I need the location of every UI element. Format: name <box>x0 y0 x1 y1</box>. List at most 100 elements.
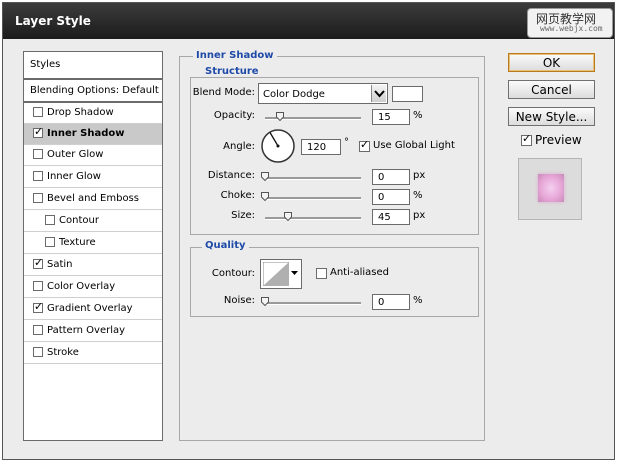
sidebar-item-label: Styles <box>30 59 61 70</box>
sidebar-item-label: Blending Options: Default <box>30 85 159 96</box>
distance-unit: px <box>413 170 426 181</box>
title-bar: Layer Style 网页教学网 www.webjx.com <box>3 3 614 39</box>
quality-group <box>190 247 479 317</box>
contour-picker[interactable] <box>260 259 302 289</box>
sidebar-item-bevel-and-emboss[interactable]: Bevel and Emboss <box>24 189 162 210</box>
sidebar-item-label: Contour <box>59 215 99 226</box>
chevron-down-icon <box>371 85 386 102</box>
sidebar-item-contour[interactable]: Contour <box>24 211 162 232</box>
sidebar-item-label: Color Overlay <box>47 281 116 292</box>
opacity-input[interactable]: 15 <box>372 109 410 125</box>
sidebar-item-outer-glow[interactable]: Outer Glow <box>24 145 162 166</box>
sidebar-item-label: Stroke <box>47 347 79 358</box>
stroke-checkbox[interactable] <box>33 347 43 357</box>
pattern-overlay-checkbox[interactable] <box>33 325 43 335</box>
sidebar-item-label: Outer Glow <box>47 149 104 160</box>
layer-style-dialog: Layer Style 网页教学网 www.webjx.com Styles B… <box>2 2 615 460</box>
opacity-slider-thumb[interactable] <box>276 112 284 122</box>
distance-slider-track[interactable] <box>265 177 361 180</box>
dialog-title: Layer Style <box>15 14 91 28</box>
blend-mode-select[interactable]: Color Dodge <box>258 83 388 104</box>
distance-input[interactable]: 0 <box>372 169 410 185</box>
anti-aliased-checkbox[interactable] <box>316 268 327 279</box>
checkmark-icon: ✓ <box>34 125 44 138</box>
distance-label: Distance: <box>207 170 255 181</box>
watermark-url: www.webjx.com <box>540 24 603 33</box>
inner-shadow-checkbox[interactable]: ✓ <box>33 125 44 138</box>
style-preview <box>518 158 582 220</box>
checkmark-icon: ✓ <box>360 138 370 151</box>
chevron-down-icon <box>289 261 300 287</box>
noise-label: Noise: <box>223 295 255 306</box>
size-slider-track[interactable] <box>265 217 361 220</box>
blend-mode-label: Blend Mode: <box>192 87 255 98</box>
ok-button[interactable]: OK <box>508 53 595 72</box>
sidebar-item-satin[interactable]: ✓ Satin <box>24 255 162 276</box>
outer-glow-checkbox[interactable] <box>33 149 43 159</box>
size-slider-thumb[interactable] <box>284 212 292 222</box>
checkmark-icon: ✓ <box>34 256 44 269</box>
styles-sidebar: Styles Blending Options: Default Drop Sh… <box>23 51 163 441</box>
satin-checkbox[interactable]: ✓ <box>33 256 44 269</box>
opacity-unit: % <box>413 110 423 121</box>
sidebar-item-styles[interactable]: Styles <box>24 52 162 79</box>
gradient-overlay-checkbox[interactable]: ✓ <box>33 300 44 313</box>
sidebar-item-label: Satin <box>47 259 73 270</box>
choke-slider-track[interactable] <box>265 197 361 200</box>
noise-unit: % <box>413 295 423 306</box>
size-label: Size: <box>231 210 255 221</box>
angle-input[interactable]: 120 <box>301 139 341 155</box>
sidebar-item-label: Pattern Overlay <box>47 325 126 336</box>
drop-shadow-checkbox[interactable] <box>33 107 43 117</box>
sidebar-item-inner-glow[interactable]: Inner Glow <box>24 167 162 188</box>
sidebar-item-stroke[interactable]: Stroke <box>24 343 162 364</box>
sidebar-item-color-overlay[interactable]: Color Overlay <box>24 277 162 298</box>
sidebar-item-label: Texture <box>59 237 96 248</box>
angle-unit: ° <box>344 137 349 148</box>
quality-title: Quality <box>202 240 249 251</box>
inner-shadow-title: Inner Shadow <box>193 50 277 61</box>
sidebar-item-drop-shadow[interactable]: Drop Shadow <box>24 103 162 124</box>
contour-label: Contour: <box>211 268 255 279</box>
checkmark-icon: ✓ <box>522 132 532 145</box>
choke-input[interactable]: 0 <box>372 189 410 205</box>
cancel-button[interactable]: Cancel <box>508 80 595 99</box>
shadow-color-swatch[interactable] <box>392 86 423 102</box>
color-overlay-checkbox[interactable] <box>33 281 43 291</box>
bevel-emboss-checkbox[interactable] <box>33 193 43 203</box>
sidebar-item-pattern-overlay[interactable]: Pattern Overlay <box>24 321 162 342</box>
checkmark-icon: ✓ <box>34 300 44 313</box>
blend-mode-value: Color Dodge <box>263 89 325 100</box>
choke-slider-thumb[interactable] <box>261 192 269 202</box>
sidebar-item-texture[interactable]: Texture <box>24 233 162 254</box>
watermark-logo: 网页教学网 www.webjx.com <box>527 8 613 38</box>
angle-dial[interactable] <box>260 128 296 164</box>
choke-unit: % <box>413 190 423 201</box>
noise-input[interactable]: 0 <box>372 294 410 310</box>
new-style-button[interactable]: New Style... <box>508 107 595 126</box>
sidebar-item-label: Drop Shadow <box>47 107 114 118</box>
preview-label: Preview <box>535 133 582 147</box>
sidebar-item-blending-options[interactable]: Blending Options: Default <box>24 80 162 102</box>
noise-slider-thumb[interactable] <box>261 297 269 307</box>
sidebar-item-label: Inner Shadow <box>47 128 125 139</box>
opacity-label: Opacity: <box>213 110 255 121</box>
structure-title: Structure <box>202 66 262 77</box>
size-unit: px <box>413 210 426 221</box>
angle-label: Angle: <box>223 141 255 152</box>
use-global-light-checkbox[interactable]: ✓ <box>359 138 370 152</box>
size-input[interactable]: 45 <box>372 209 410 225</box>
preview-swatch <box>538 174 564 202</box>
preview-checkbox[interactable]: ✓ <box>521 132 532 146</box>
sidebar-item-label: Inner Glow <box>47 171 101 182</box>
texture-checkbox[interactable] <box>45 237 55 247</box>
sidebar-item-gradient-overlay[interactable]: ✓ Gradient Overlay <box>24 299 162 320</box>
inner-glow-checkbox[interactable] <box>33 171 43 181</box>
sidebar-item-label: Bevel and Emboss <box>47 193 139 204</box>
anti-aliased-label: Anti-aliased <box>330 267 390 278</box>
noise-slider-track[interactable] <box>265 302 361 305</box>
distance-slider-thumb[interactable] <box>261 172 269 182</box>
sidebar-item-inner-shadow[interactable]: ✓ Inner Shadow <box>24 124 162 145</box>
contour-checkbox[interactable] <box>45 215 55 225</box>
choke-label: Choke: <box>220 190 255 201</box>
